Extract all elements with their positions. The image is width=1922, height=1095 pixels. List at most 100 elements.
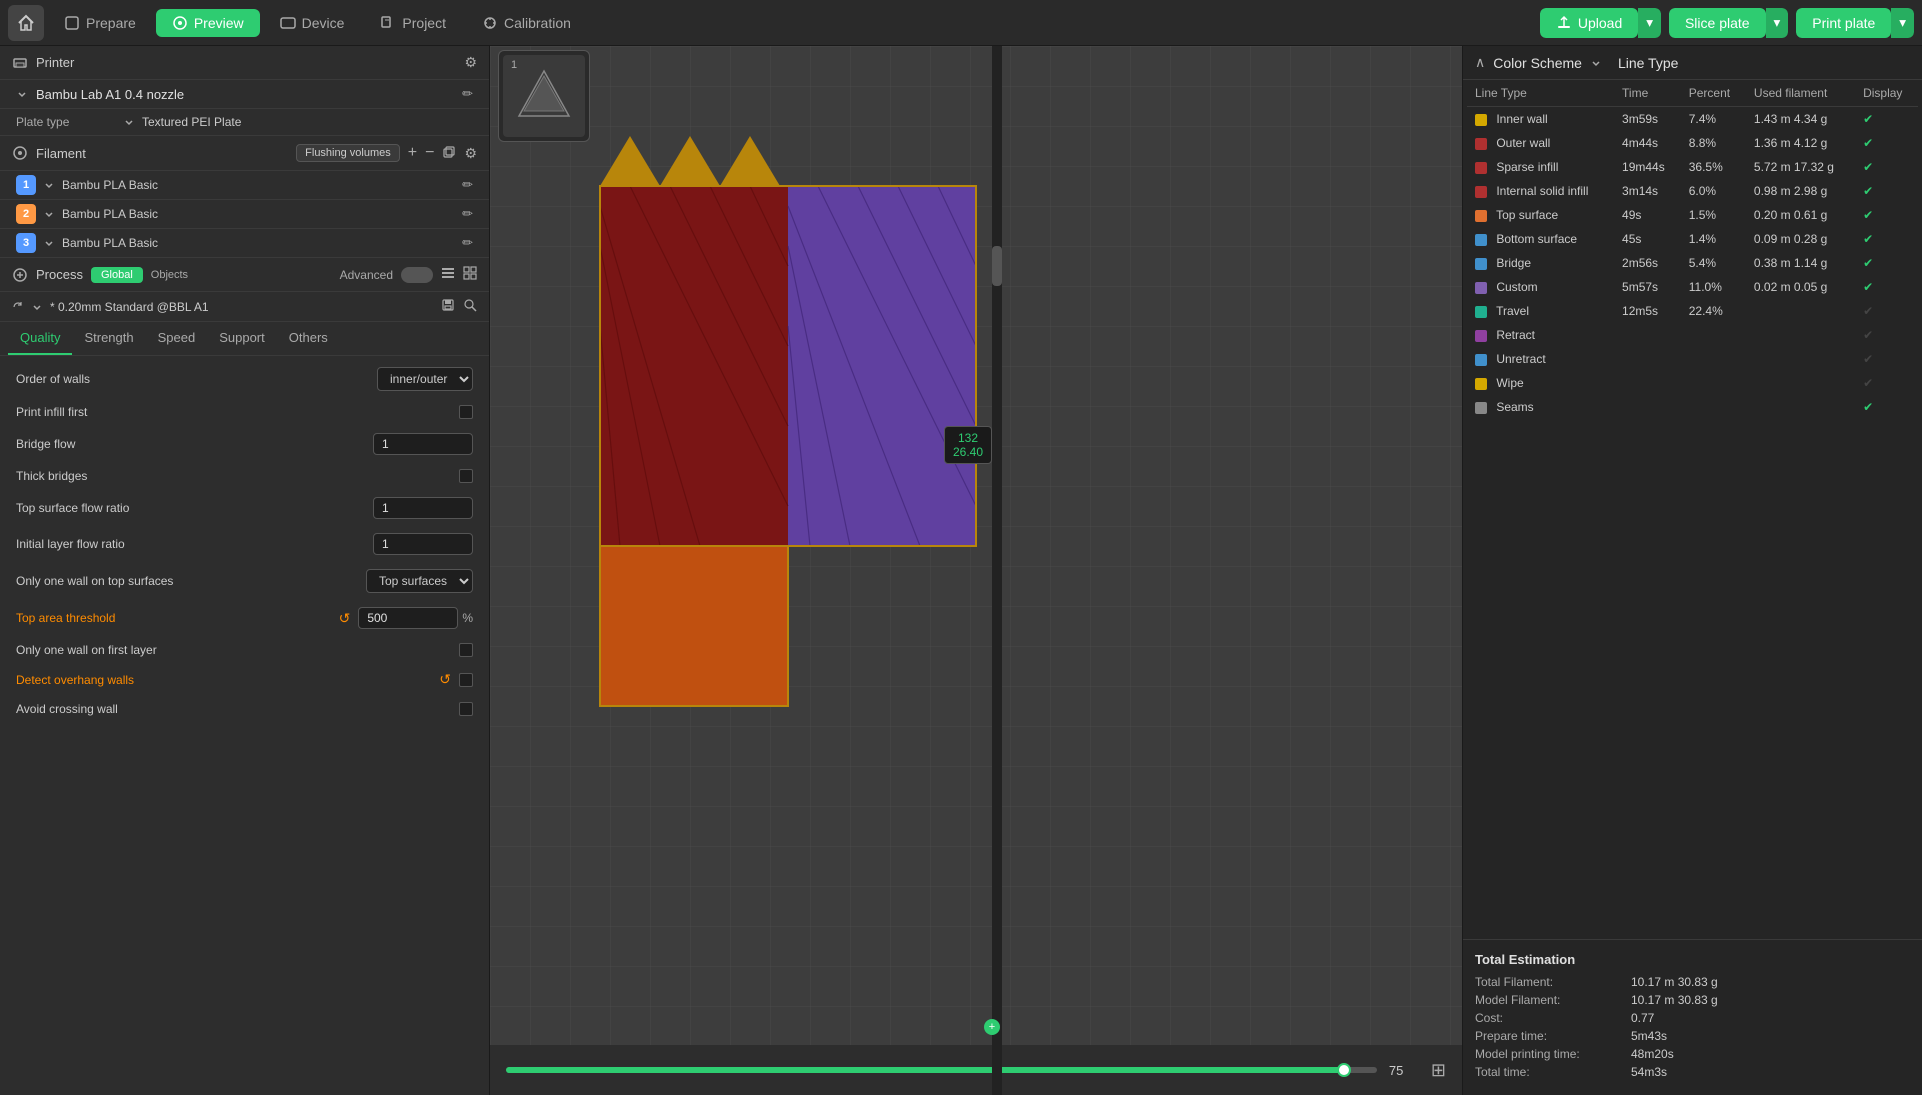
- filament-copy-button[interactable]: [442, 145, 456, 162]
- model-container: [580, 126, 1000, 749]
- total-value: 54m3s: [1631, 1065, 1667, 1079]
- tab-strength[interactable]: Strength: [72, 322, 145, 355]
- top-surface-flow-input[interactable]: [373, 497, 473, 519]
- cell-used: 0.20 m 0.61 g: [1746, 203, 1855, 227]
- color-scheme-collapse[interactable]: ∧: [1475, 54, 1485, 71]
- cell-display[interactable]: ✔: [1855, 155, 1918, 179]
- filament-settings-button[interactable]: ⚙: [464, 145, 477, 162]
- cell-display[interactable]: ✔: [1855, 107, 1918, 132]
- objects-button[interactable]: Objects: [151, 269, 188, 281]
- printer-edit-icon[interactable]: ✏: [462, 86, 473, 102]
- filament-add-button[interactable]: +: [408, 144, 417, 162]
- right-scrollbar[interactable]: [992, 46, 1002, 1095]
- process-section-header: Process Global Objects Advanced: [0, 258, 489, 292]
- filament-name-3: Bambu PLA Basic: [62, 236, 454, 250]
- cell-display[interactable]: ✔: [1855, 131, 1918, 155]
- slice-button[interactable]: Slice plate: [1669, 8, 1766, 38]
- global-button[interactable]: Global: [91, 267, 143, 283]
- cell-name: Top surface: [1467, 203, 1614, 227]
- cell-name: Internal solid infill: [1467, 179, 1614, 203]
- tab-project[interactable]: Project: [364, 9, 462, 37]
- total-estimation-row: Model Filament: 10.17 m 30.83 g: [1475, 993, 1910, 1007]
- total-estimation-row: Prepare time: 5m43s: [1475, 1029, 1910, 1043]
- tab-preview[interactable]: Preview: [156, 9, 260, 37]
- cell-percent: 7.4%: [1681, 107, 1746, 132]
- avoid-crossing-checkbox[interactable]: [459, 702, 473, 716]
- cell-display[interactable]: ✔: [1855, 299, 1918, 323]
- tab-calibration[interactable]: Calibration: [466, 9, 587, 37]
- cell-display[interactable]: ✔: [1855, 323, 1918, 347]
- tab-prepare[interactable]: Prepare: [48, 9, 152, 37]
- only-one-wall-first-checkbox[interactable]: [459, 643, 473, 657]
- top-area-threshold-reset-icon[interactable]: ↺: [339, 610, 351, 627]
- detect-overhang-checkbox[interactable]: [459, 673, 473, 687]
- bridge-flow-input[interactable]: [373, 433, 473, 455]
- cell-name: Custom: [1467, 275, 1614, 299]
- tab-quality[interactable]: Quality: [8, 322, 72, 355]
- total-value: 48m20s: [1631, 1047, 1674, 1061]
- line-table-row: Travel 12m5s 22.4% ✔: [1467, 299, 1918, 323]
- detect-overhang-reset-icon[interactable]: ↺: [439, 671, 451, 688]
- only-one-wall-top-select[interactable]: Top surfaces: [366, 569, 473, 593]
- line-table-row: Bridge 2m56s 5.4% 0.38 m 1.14 g ✔: [1467, 251, 1918, 275]
- total-estimation-row: Total time: 54m3s: [1475, 1065, 1910, 1079]
- settings-scroll[interactable]: Order of walls inner/outer Print infill …: [0, 356, 489, 1095]
- cell-time: 45s: [1614, 227, 1681, 251]
- cell-display[interactable]: ✔: [1855, 371, 1918, 395]
- process-grid-button[interactable]: [463, 266, 477, 283]
- print-button[interactable]: Print plate: [1796, 8, 1891, 38]
- slider-value: 75: [1389, 1063, 1419, 1078]
- cell-display[interactable]: ✔: [1855, 275, 1918, 299]
- printer-settings-button[interactable]: ⚙: [464, 54, 477, 71]
- filament-2-edit-icon[interactable]: ✏: [462, 206, 473, 222]
- tab-support[interactable]: Support: [207, 322, 277, 355]
- flushing-volumes-button[interactable]: Flushing volumes: [296, 144, 400, 162]
- tab-speed[interactable]: Speed: [146, 322, 208, 355]
- expand-button[interactable]: +: [984, 1019, 1000, 1035]
- scrollbar-thumb[interactable]: [992, 246, 1002, 286]
- layer-indicator: 132 26.40: [944, 426, 992, 464]
- slice-dropdown[interactable]: ▾: [1766, 8, 1789, 38]
- layer-slider-track[interactable]: [506, 1067, 1377, 1073]
- profile-save-button[interactable]: [441, 298, 455, 315]
- filament-3-edit-icon[interactable]: ✏: [462, 235, 473, 251]
- order-of-walls-label: Order of walls: [16, 372, 369, 386]
- line-table-row: Custom 5m57s 11.0% 0.02 m 0.05 g ✔: [1467, 275, 1918, 299]
- tab-device[interactable]: Device: [264, 9, 361, 37]
- expand-bottom-button[interactable]: ⊞: [1431, 1060, 1446, 1081]
- advanced-toggle[interactable]: [401, 267, 433, 283]
- total-value: 0.77: [1631, 1011, 1654, 1025]
- print-infill-first-checkbox[interactable]: [459, 405, 473, 419]
- line-table-row: Sparse infill 19m44s 36.5% 5.72 m 17.32 …: [1467, 155, 1918, 179]
- top-surface-flow-label: Top surface flow ratio: [16, 501, 365, 515]
- cell-display[interactable]: ✔: [1855, 395, 1918, 419]
- print-dropdown[interactable]: ▾: [1891, 8, 1914, 38]
- cell-display[interactable]: ✔: [1855, 203, 1918, 227]
- thick-bridges-checkbox[interactable]: [459, 469, 473, 483]
- upload-button[interactable]: Upload: [1540, 8, 1638, 38]
- top-area-threshold-input[interactable]: [358, 607, 458, 629]
- filament-1-edit-icon[interactable]: ✏: [462, 177, 473, 193]
- color-scheme-title: Color Scheme: [1493, 55, 1582, 71]
- cell-time: 5m57s: [1614, 275, 1681, 299]
- line-table-row: Retract ✔: [1467, 323, 1918, 347]
- cell-time: 4m44s: [1614, 131, 1681, 155]
- order-of-walls-select[interactable]: inner/outer: [377, 367, 473, 391]
- tab-others[interactable]: Others: [277, 322, 340, 355]
- cell-display[interactable]: ✔: [1855, 227, 1918, 251]
- profile-search-button[interactable]: [463, 298, 477, 315]
- filament-remove-button[interactable]: −: [425, 144, 434, 162]
- layer-slider-thumb[interactable]: [1337, 1063, 1351, 1077]
- cell-display[interactable]: ✔: [1855, 347, 1918, 371]
- cell-time: 49s: [1614, 203, 1681, 227]
- cell-display[interactable]: ✔: [1855, 251, 1918, 275]
- line-type-table-container[interactable]: Line Type Time Percent Used filament Dis…: [1463, 80, 1922, 939]
- total-estimation-section: Total Estimation Total Filament: 10.17 m…: [1463, 939, 1922, 1095]
- upload-dropdown[interactable]: ▾: [1638, 8, 1661, 38]
- home-button[interactable]: [8, 5, 44, 41]
- initial-layer-flow-input[interactable]: [373, 533, 473, 555]
- cell-display[interactable]: ✔: [1855, 179, 1918, 203]
- plate-type-value: Textured PEI Plate: [142, 115, 241, 129]
- process-list-button[interactable]: [441, 266, 455, 283]
- quality-tabs: Quality Strength Speed Support Others: [0, 322, 489, 356]
